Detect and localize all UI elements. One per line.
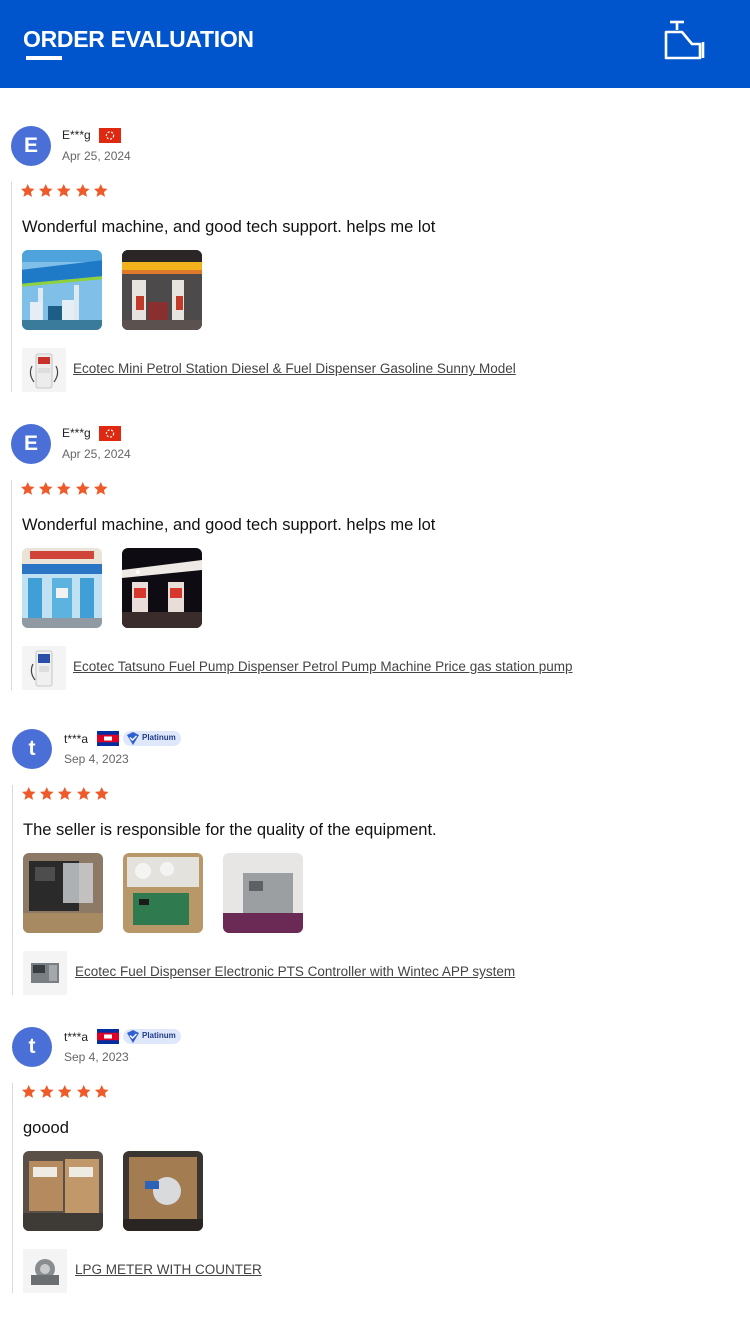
avatar: E	[11, 424, 51, 464]
star-rating	[21, 786, 109, 802]
review-divider	[11, 182, 12, 392]
page-title: ORDER EVALUATION	[23, 26, 254, 52]
reviewer-name: t***a	[64, 732, 89, 746]
oil-can-icon[interactable]	[660, 18, 712, 64]
review-photo[interactable]	[123, 853, 203, 933]
review-photo[interactable]	[223, 853, 303, 933]
review-photo[interactable]	[22, 250, 102, 330]
cambodia-flag-icon	[97, 1029, 119, 1044]
product-link[interactable]: LPG METER WITH COUNTER	[75, 1262, 262, 1277]
star-icon	[58, 786, 72, 800]
star-icon	[40, 786, 54, 800]
hong-kong-flag-icon	[99, 426, 121, 441]
review-text: Wonderful machine, and good tech support…	[22, 218, 436, 236]
review-photo[interactable]	[123, 1151, 203, 1231]
review-divider	[11, 480, 12, 690]
review-photo[interactable]	[122, 250, 202, 330]
star-rating	[20, 481, 108, 497]
product-thumbnail[interactable]	[23, 951, 67, 995]
star-icon	[21, 786, 36, 800]
star-icon	[20, 183, 35, 197]
hong-kong-flag-icon	[99, 128, 121, 143]
star-icon	[57, 481, 71, 495]
cambodia-flag-icon	[97, 731, 119, 746]
star-icon	[94, 786, 109, 800]
review-date: Apr 25, 2024	[62, 447, 131, 461]
reviewer-name: t***a	[64, 1030, 89, 1044]
review-photo[interactable]	[122, 548, 202, 628]
review-date: Sep 4, 2023	[64, 752, 129, 766]
title-underline	[26, 56, 62, 60]
verified-shield-icon	[127, 1030, 139, 1043]
verified-shield-icon	[127, 732, 139, 745]
star-icon	[20, 481, 35, 495]
review-divider	[12, 785, 13, 995]
platinum-badge: Platinum	[123, 1029, 181, 1044]
avatar: t	[12, 1027, 52, 1067]
star-rating	[20, 183, 108, 199]
star-icon	[76, 1084, 91, 1098]
star-icon	[39, 481, 53, 495]
star-icon	[39, 183, 53, 197]
review-text: Wonderful machine, and good tech support…	[22, 516, 436, 534]
star-icon	[93, 183, 108, 197]
avatar: t	[12, 729, 52, 769]
review-date: Apr 25, 2024	[62, 149, 131, 163]
product-thumbnail[interactable]	[22, 348, 66, 392]
review-text: The seller is responsible for the qualit…	[23, 821, 437, 839]
platinum-badge: Platinum	[123, 731, 181, 746]
badge-label: Platinum	[142, 733, 176, 742]
star-icon	[21, 1084, 36, 1098]
product-link[interactable]: Ecotec Tatsuno Fuel Pump Dispenser Petro…	[73, 659, 573, 674]
star-icon	[94, 1084, 109, 1098]
product-link[interactable]: Ecotec Fuel Dispenser Electronic PTS Con…	[75, 964, 515, 979]
review-photo[interactable]	[23, 1151, 103, 1231]
star-icon	[93, 481, 108, 495]
product-link[interactable]: Ecotec Mini Petrol Station Diesel & Fuel…	[73, 361, 516, 376]
star-icon	[57, 183, 71, 197]
header-bar: ORDER EVALUATION	[0, 0, 750, 88]
product-thumbnail[interactable]	[22, 646, 66, 690]
review-date: Sep 4, 2023	[64, 1050, 129, 1064]
avatar: E	[11, 126, 51, 166]
review-divider	[12, 1083, 13, 1293]
review-photo[interactable]	[22, 548, 102, 628]
star-icon	[75, 183, 90, 197]
reviewer-name: E***g	[62, 426, 91, 440]
star-icon	[40, 1084, 54, 1098]
star-icon	[75, 481, 90, 495]
reviewer-name: E***g	[62, 128, 91, 142]
star-icon	[58, 1084, 72, 1098]
review-photo[interactable]	[23, 853, 103, 933]
review-text: goood	[23, 1119, 69, 1137]
star-rating	[21, 1084, 109, 1100]
product-thumbnail[interactable]	[23, 1249, 67, 1293]
star-icon	[76, 786, 91, 800]
badge-label: Platinum	[142, 1031, 176, 1040]
